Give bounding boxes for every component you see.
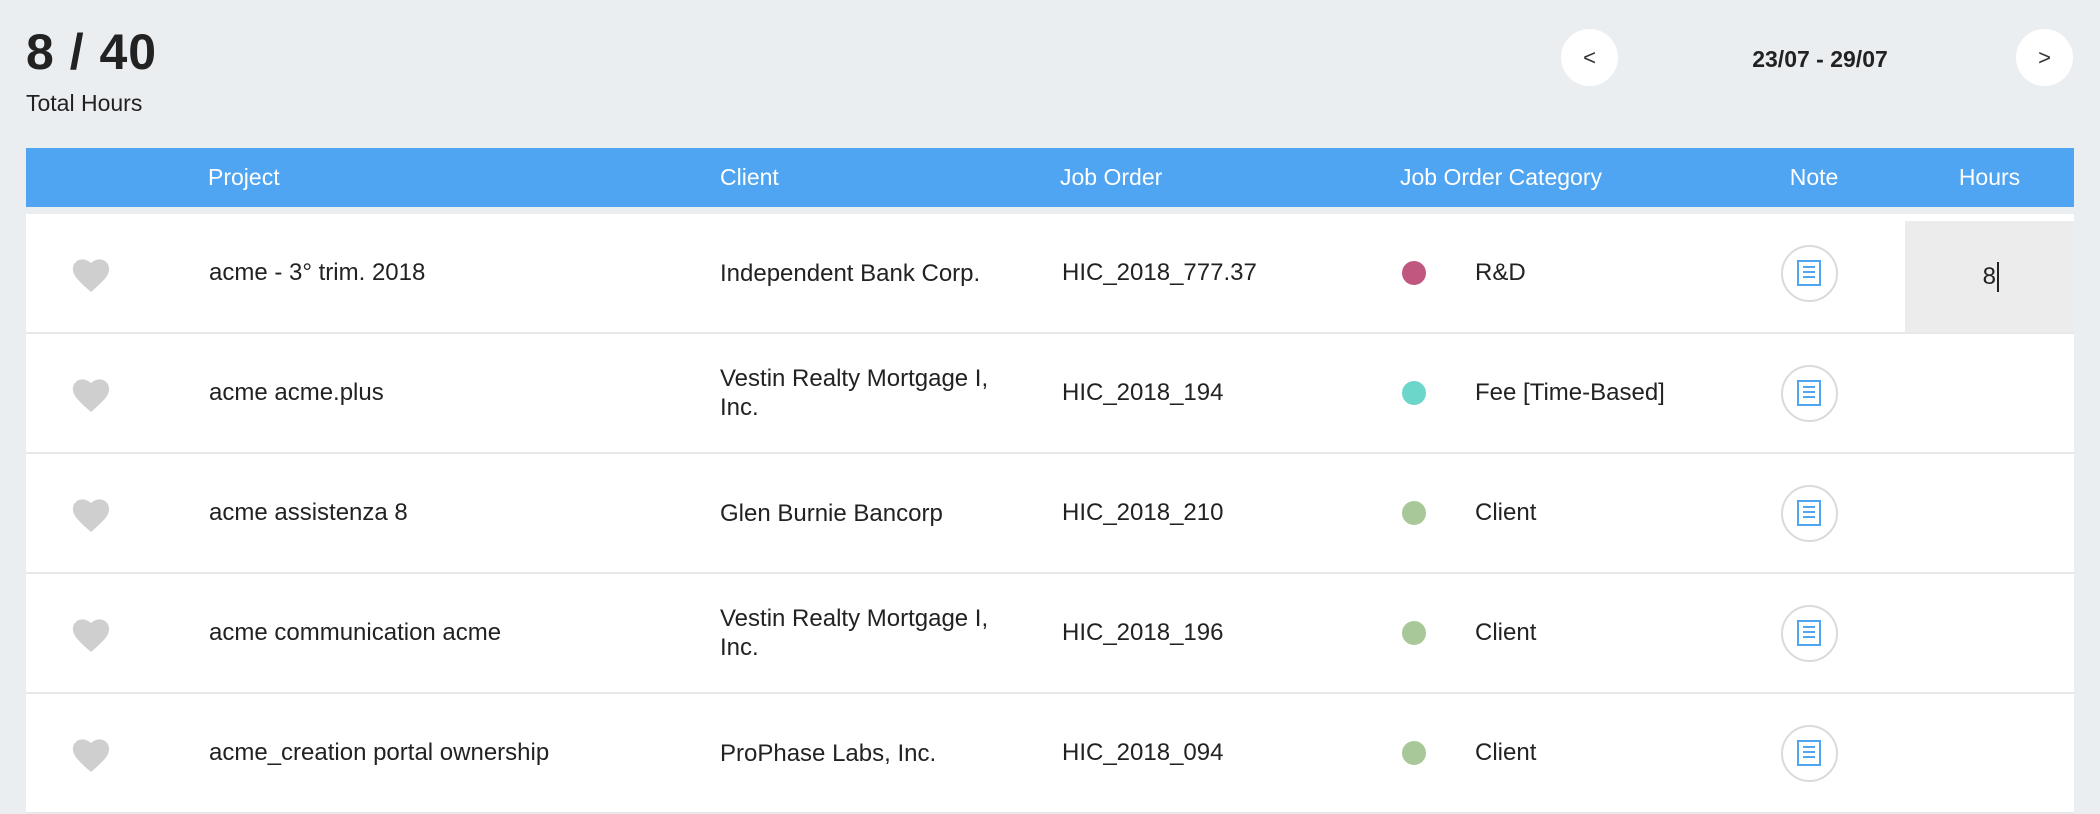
heart-icon[interactable] — [69, 374, 113, 412]
table-body: acme - 3° trim. 2018 Independent Bank Co… — [26, 214, 2074, 814]
category-dot — [1402, 261, 1426, 285]
heart-icon[interactable] — [69, 614, 113, 652]
category-color-dot — [1402, 694, 1426, 812]
note-cell — [1779, 574, 1839, 692]
favorite-toggle[interactable] — [66, 214, 116, 332]
favorite-toggle[interactable] — [66, 694, 116, 812]
project-name: acme acme.plus — [209, 379, 384, 406]
category-color-dot — [1402, 574, 1426, 692]
job-order: HIC_2018_094 — [1062, 739, 1224, 766]
total-hours-summary: 8 / 40 Total Hours — [26, 22, 157, 118]
client-name: Glen Burnie Bancorp — [720, 499, 943, 527]
hours-value[interactable]: 8 — [1983, 263, 1996, 291]
client-name: Vestin Realty Mortgage I, Inc. — [720, 574, 1030, 692]
favorite-toggle[interactable] — [66, 454, 116, 572]
hours-input-cell[interactable] — [1905, 461, 2074, 572]
hours-input-cell[interactable] — [1905, 701, 2074, 812]
client-name-line: Vestin Realty Mortgage I, — [720, 605, 989, 632]
job-order-category: Client — [1475, 619, 1537, 646]
favorite-toggle[interactable] — [66, 574, 116, 692]
client-name-line: Vestin Realty Mortgage I, — [720, 365, 989, 392]
job-order-category: Fee [Time-Based] — [1475, 379, 1665, 406]
header-project[interactable]: Project — [208, 148, 280, 207]
job-order-category: Client — [1475, 499, 1537, 526]
note-icon — [1797, 740, 1821, 766]
hours-input-cell[interactable]: 8 — [1905, 221, 2074, 332]
category-dot — [1402, 501, 1426, 525]
table-row: acme_creation portal ownership ProPhase … — [26, 694, 2074, 814]
project-name: acme communication acme — [209, 619, 502, 646]
note-icon — [1797, 260, 1821, 286]
client-name: ProPhase Labs, Inc. — [720, 739, 937, 767]
job-order-category: Client — [1475, 739, 1537, 766]
job-order-category: R&D — [1475, 259, 1526, 286]
table-row: acme - 3° trim. 2018 Independent Bank Co… — [26, 214, 2074, 334]
category-dot — [1402, 741, 1426, 765]
header-job-order-category[interactable]: Job Order Category — [1400, 148, 1602, 207]
header-job-order[interactable]: Job Order — [1060, 148, 1162, 207]
category-color-dot — [1402, 214, 1426, 332]
note-button[interactable] — [1780, 364, 1838, 422]
heart-icon[interactable] — [69, 734, 113, 772]
note-button[interactable] — [1780, 244, 1838, 302]
hours-input-cell[interactable] — [1905, 581, 2074, 692]
note-icon — [1797, 620, 1821, 646]
note-cell — [1779, 454, 1839, 572]
category-dot — [1402, 381, 1426, 405]
category-dot — [1402, 621, 1426, 645]
job-order: HIC_2018_777.37 — [1062, 259, 1257, 286]
header-hours: Hours — [1958, 164, 2021, 190]
project-name: acme_creation portal ownership — [209, 739, 550, 766]
category-color-dot — [1402, 334, 1426, 452]
note-cell — [1779, 214, 1839, 332]
header-note: Note — [1789, 164, 1839, 190]
note-icon — [1797, 380, 1821, 406]
client-name: Independent Bank Corp. — [720, 259, 981, 287]
note-cell — [1779, 334, 1839, 452]
text-caret — [1997, 261, 1999, 292]
total-hours-value: 8 / 40 — [26, 24, 158, 80]
table-row: acme acme.plus Vestin Realty Mortgage I,… — [26, 334, 2074, 454]
header-client[interactable]: Client — [720, 148, 779, 207]
job-order: HIC_2018_196 — [1062, 619, 1224, 646]
job-order: HIC_2018_210 — [1062, 499, 1224, 526]
note-button[interactable] — [1780, 724, 1838, 782]
project-name: acme assistenza 8 — [209, 499, 408, 526]
favorite-toggle[interactable] — [66, 334, 116, 452]
note-cell — [1779, 694, 1839, 812]
timesheet-table: Project Client Job Order Job Order Categ… — [26, 148, 2074, 814]
next-week-button[interactable]: > — [2016, 29, 2073, 86]
category-color-dot — [1402, 454, 1426, 572]
previous-week-button[interactable]: < — [1561, 29, 1618, 86]
table-header: Project Client Job Order Job Order Categ… — [26, 148, 2074, 207]
job-order: HIC_2018_194 — [1062, 379, 1224, 406]
note-button[interactable] — [1780, 604, 1838, 662]
table-row: acme communication acme Vestin Realty Mo… — [26, 574, 2074, 694]
client-name-line: Inc. — [720, 394, 759, 421]
heart-icon[interactable] — [69, 494, 113, 532]
hours-input-cell[interactable] — [1905, 341, 2074, 452]
note-button[interactable] — [1780, 484, 1838, 542]
client-name: Vestin Realty Mortgage I, Inc. — [720, 334, 1030, 452]
hours-input[interactable]: 8 — [1905, 261, 2074, 292]
note-icon — [1797, 500, 1821, 526]
project-name: acme - 3° trim. 2018 — [209, 259, 426, 286]
table-row: acme assistenza 8 Glen Burnie Bancorp HI… — [26, 454, 2074, 574]
heart-icon[interactable] — [69, 254, 113, 292]
total-hours-label: Total Hours — [26, 90, 143, 116]
week-range-label: 23/07 - 29/07 — [1752, 46, 1888, 72]
client-name-line: Inc. — [720, 634, 759, 661]
